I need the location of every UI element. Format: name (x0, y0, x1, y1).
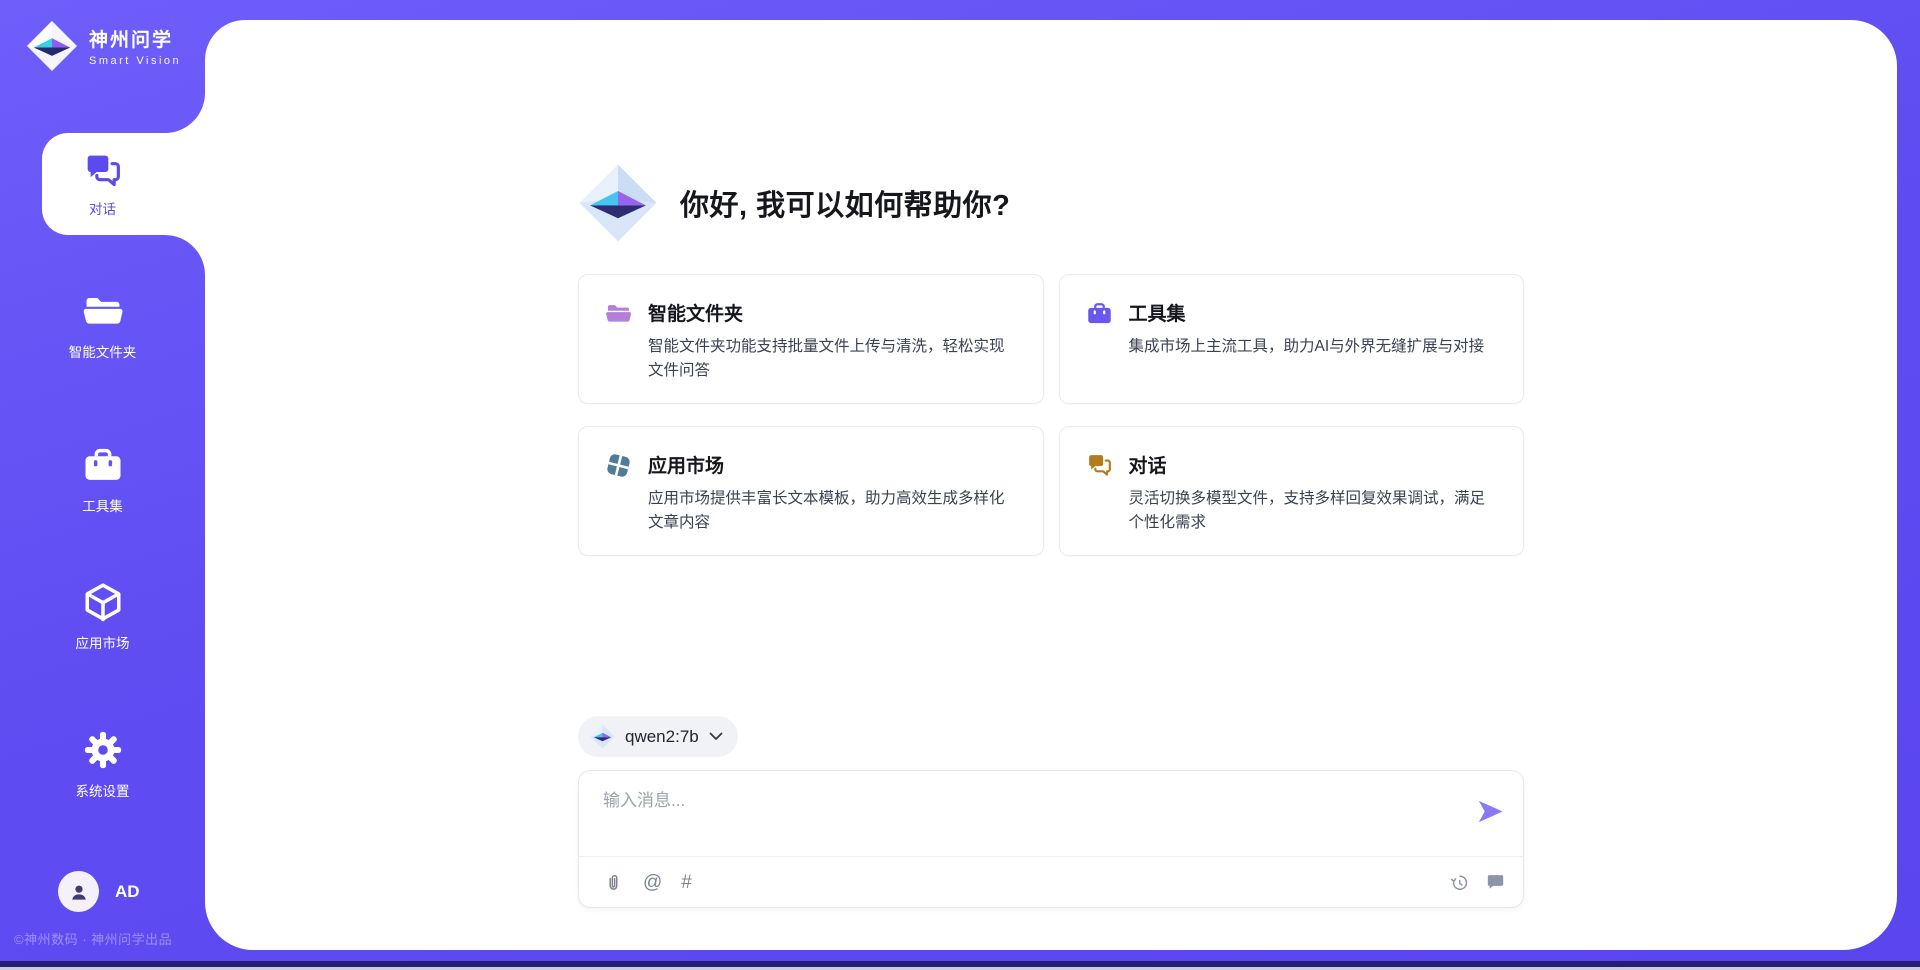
sidebar-item-label: 应用市场 (76, 632, 130, 652)
model-diamond-icon (590, 724, 615, 749)
sidebar-item-folders[interactable]: 智能文件夹 (0, 290, 205, 361)
model-name: qwen2:7b (625, 727, 699, 747)
composer-toolbar: @ # (603, 857, 1506, 908)
chat-icon (1086, 451, 1114, 531)
tab-fillet-bottom (165, 235, 205, 275)
briefcase-icon (82, 444, 124, 486)
chat-bubble-icon[interactable] (1485, 872, 1506, 893)
tab-fillet-top (165, 93, 205, 133)
card-title: 智能文件夹 (648, 299, 1017, 326)
user-profile[interactable]: AD (58, 871, 140, 912)
person-icon (67, 880, 91, 904)
history-icon[interactable] (1449, 872, 1470, 893)
sidebar-item-toolset[interactable]: 工具集 (0, 444, 205, 515)
chat-icon (83, 151, 123, 191)
cube-icon (82, 581, 124, 623)
brand-subtitle: Smart Vision (89, 55, 181, 67)
card-chat[interactable]: 对话 灵活切换多模型文件，支持多样回复效果调试，满足个性化需求 (1059, 426, 1525, 556)
folder-icon (82, 290, 124, 332)
copyright-footer: ©神州数码 · 神州问学出品 (14, 929, 214, 948)
greeting-block: 你好, 我可以如何帮助你? (578, 163, 1524, 243)
sidebar-item-label: 智能文件夹 (69, 341, 137, 361)
brand-diamond-icon (26, 20, 78, 72)
paperclip-icon[interactable] (603, 872, 624, 893)
chevron-down-icon (709, 732, 723, 741)
sidebar-item-label: 工具集 (82, 495, 123, 515)
send-icon[interactable] (1475, 796, 1506, 827)
card-description: 集成市场上主流工具，助力AI与外界无缝扩展与对接 (1129, 335, 1485, 359)
card-app-market[interactable]: 应用市场 应用市场提供丰富长文本模板，助力高效生成多样化文章内容 (578, 426, 1044, 556)
card-toolset[interactable]: 工具集 集成市场上主流工具，助力AI与外界无缝扩展与对接 (1059, 274, 1525, 404)
greeting-title: 你好, 我可以如何帮助你? (680, 182, 1010, 224)
sidebar-item-app-market[interactable]: 应用市场 (0, 581, 205, 652)
card-title: 对话 (1129, 451, 1498, 478)
card-description: 智能文件夹功能支持批量文件上传与清洗，轻松实现文件问答 (648, 335, 1017, 383)
card-description: 应用市场提供丰富长文本模板，助力高效生成多样化文章内容 (648, 487, 1017, 535)
sidebar-item-label: 系统设置 (76, 780, 130, 800)
message-composer: @ # (578, 770, 1524, 908)
brand-name: 神州问学 (89, 25, 181, 52)
grid-icon (605, 451, 633, 531)
feature-cards: 智能文件夹 智能文件夹功能支持批量文件上传与清洗，轻松实现文件问答 (578, 274, 1524, 556)
avatar (58, 871, 99, 912)
app-window: 神州问学 Smart Vision 对话 智能文件夹 工具集 (0, 0, 1920, 970)
card-title: 工具集 (1129, 299, 1485, 326)
hash-icon[interactable]: # (681, 873, 692, 892)
message-input[interactable] (603, 788, 1423, 814)
card-description: 灵活切换多模型文件，支持多样回复效果调试，满足个性化需求 (1129, 487, 1498, 535)
user-name: AD (115, 882, 140, 902)
folder-icon (605, 299, 633, 379)
card-smart-folder[interactable]: 智能文件夹 智能文件夹功能支持批量文件上传与清洗，轻松实现文件问答 (578, 274, 1044, 404)
sidebar-item-label: 对话 (89, 198, 116, 218)
briefcase-icon (1086, 299, 1114, 379)
main-content: 你好, 我可以如何帮助你? 智能文件夹 智能文件夹功能支持批量文件上传与清洗，轻… (205, 20, 1897, 950)
assistant-diamond-icon (578, 163, 658, 243)
composer-area: qwen2:7b (578, 716, 1524, 908)
sidebar-item-settings[interactable]: 系统设置 (0, 729, 205, 800)
at-icon[interactable]: @ (643, 873, 662, 892)
sidebar-item-chat[interactable]: 对话 (0, 133, 205, 235)
model-selector[interactable]: qwen2:7b (578, 716, 738, 757)
card-title: 应用市场 (648, 451, 1017, 478)
brand-logo: 神州问学 Smart Vision (26, 20, 181, 72)
gear-icon (82, 729, 124, 771)
